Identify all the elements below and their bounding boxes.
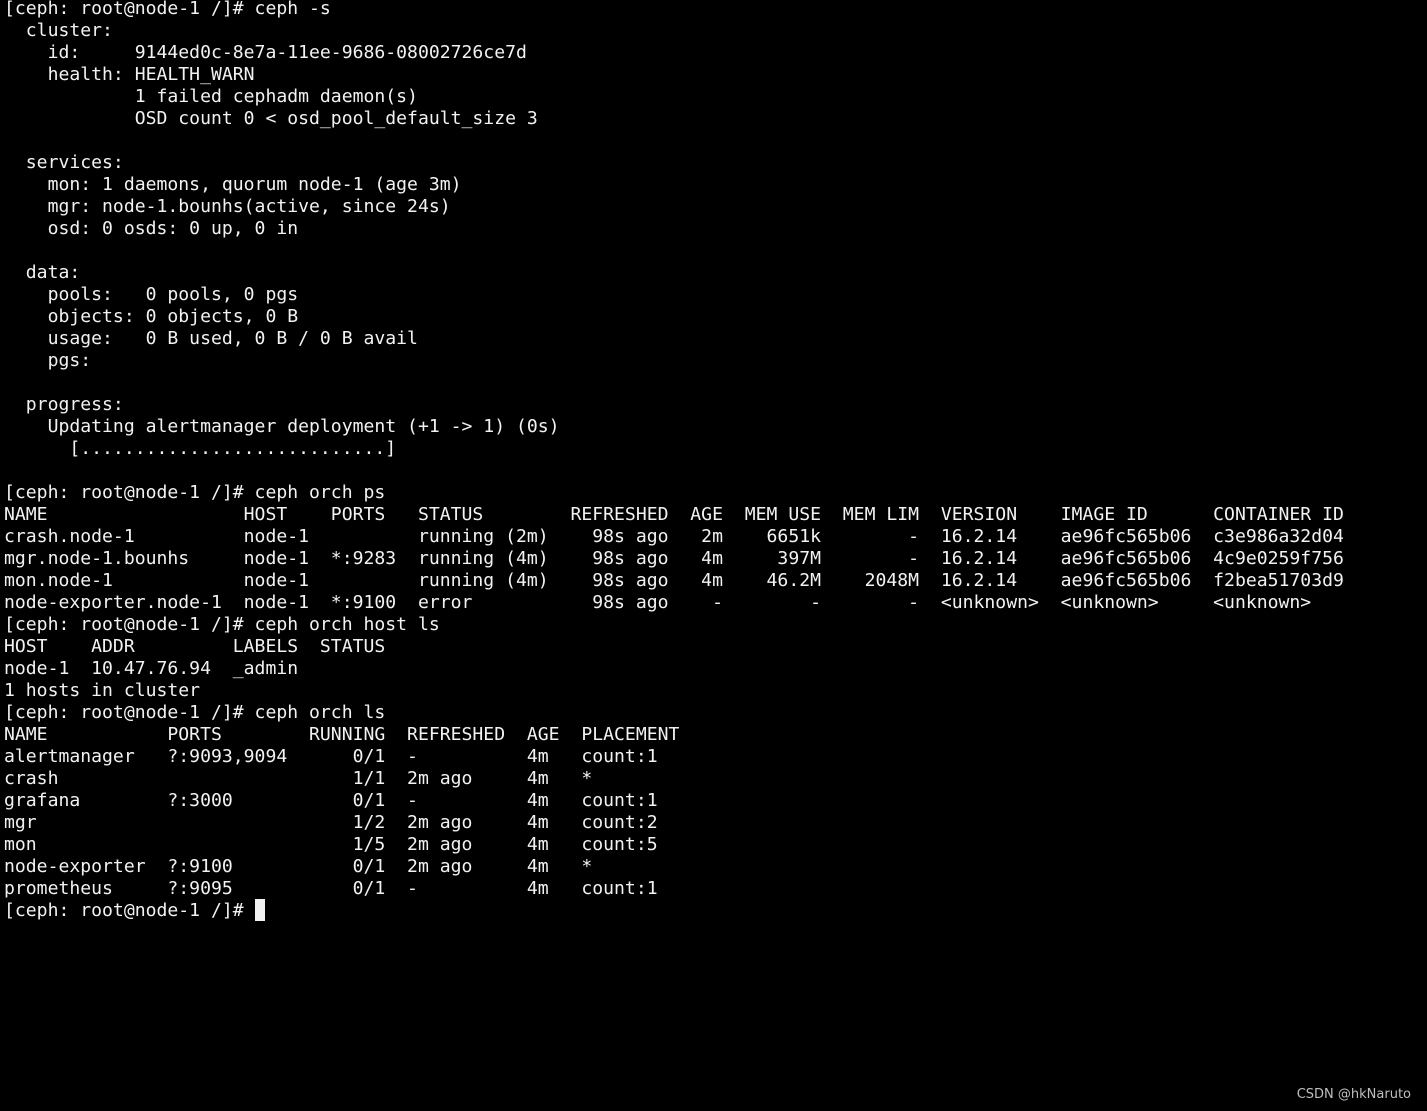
terminal-prompt-line[interactable]: [ceph: root@node-1 /]#	[4, 897, 1427, 924]
text-cursor	[254, 899, 265, 921]
shell-prompt: [ceph: root@node-1 /]#	[4, 900, 255, 921]
terminal-output[interactable]: [ceph: root@node-1 /]# ceph -s cluster: …	[4, 0, 1427, 1111]
watermark: CSDN @hkNaruto	[1296, 1087, 1411, 1102]
